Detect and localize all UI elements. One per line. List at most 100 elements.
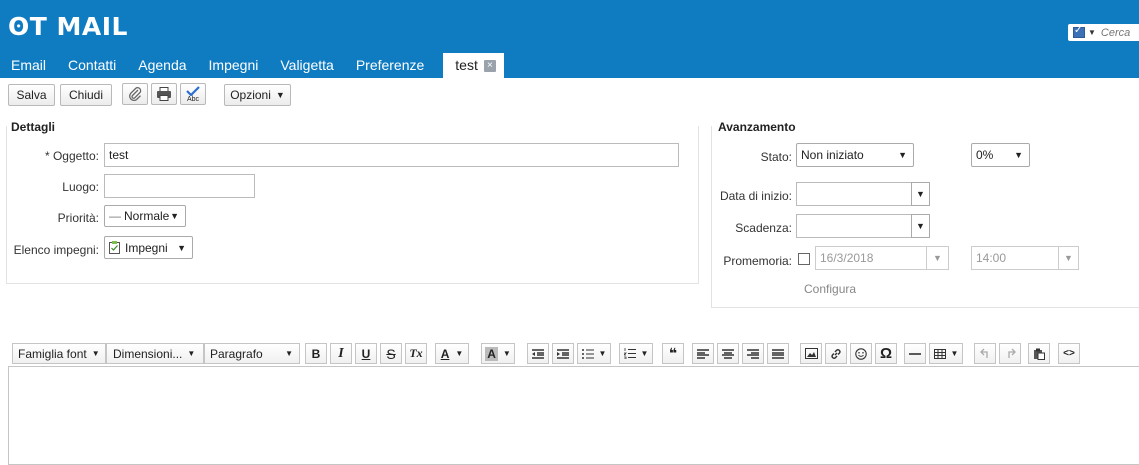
align-right-button[interactable] [742,343,764,364]
priority-dash-icon: — [109,209,121,223]
main-tabs: Email Contatti Agenda Impegni Valigetta … [0,53,504,78]
paragraph-select[interactable]: Paragrafo ▼ [204,343,300,364]
tab-impegni[interactable]: Impegni [198,53,270,78]
chevron-down-icon: ▼ [285,349,293,358]
chevron-down-icon: ▼ [170,211,179,221]
numbered-list-button[interactable]: ▼ [619,343,653,364]
attach-button[interactable] [122,83,148,105]
chevron-down-icon: ▼ [640,349,649,358]
outdent-button[interactable] [527,343,549,364]
tab-contatti[interactable]: Contatti [57,53,127,78]
undo-button[interactable] [974,343,996,364]
font-family-label: Famiglia font [18,346,87,361]
spellcheck-icon [186,85,200,96]
code-icon: <> [1063,348,1075,359]
paperclip-icon [129,87,142,102]
insert-link-button[interactable] [825,343,847,364]
outdent-icon [532,348,544,359]
tab-valigetta[interactable]: Valigetta [269,53,344,78]
due-date-field[interactable] [796,214,912,238]
tab-email[interactable]: Email [0,53,57,78]
font-family-select[interactable]: Famiglia font ▼ [12,343,106,364]
clear-format-button[interactable]: Tx [405,343,427,364]
reminder-time-field[interactable]: 14:00 [971,246,1059,270]
redo-button[interactable] [999,343,1021,364]
configure-link[interactable]: Configura [804,282,856,296]
insert-emoticon-button[interactable] [850,343,872,364]
italic-button[interactable]: I [330,343,352,364]
blockquote-button[interactable]: ❝ [662,343,684,364]
reminder-checkbox[interactable] [798,253,810,265]
chevron-down-icon: ▼ [275,90,285,100]
italic-icon: I [338,345,344,361]
bold-button[interactable]: B [305,343,327,364]
bullet-list-icon [581,348,594,359]
reminder-date-field[interactable]: 16/3/2018 [815,246,927,270]
options-dropdown[interactable]: Opzioni ▼ [224,84,291,106]
reminder-label: Promemoria: [723,254,792,268]
start-date-picker-button[interactable]: ▼ [911,182,930,206]
insert-table-button[interactable]: ▼ [929,343,963,364]
search-widget[interactable]: ▼ [1068,24,1139,41]
location-label: Luogo: [62,180,99,194]
align-left-button[interactable] [692,343,714,364]
save-button[interactable]: Salva [8,84,55,106]
task-list-select[interactable]: Impegni ▼ [104,236,193,259]
body-editor[interactable] [8,366,1139,465]
search-scope-checkbox-icon[interactable] [1073,25,1085,38]
start-date-field[interactable] [796,182,912,206]
percent-select[interactable]: 0% ▼ [971,143,1030,167]
due-date-picker-button[interactable]: ▼ [911,214,930,238]
insert-image-button[interactable] [800,343,822,364]
source-code-button[interactable]: <> [1058,343,1080,364]
close-tab-icon[interactable]: × [483,59,496,72]
chevron-down-icon: ▼ [1014,150,1023,160]
task-list-label: Elenco impegni: [13,243,99,257]
font-size-select[interactable]: Dimensioni... ▼ [106,343,204,364]
chevron-down-icon: ▼ [187,349,196,358]
location-field[interactable] [104,174,255,198]
close-button[interactable]: Chiudi [60,84,112,106]
link-icon [831,348,841,359]
search-input[interactable] [1100,26,1131,39]
special-char-button[interactable]: Ω [875,343,897,364]
image-icon [804,348,818,359]
table-icon [933,348,946,359]
search-scope-caret-icon[interactable]: ▼ [1088,28,1096,37]
align-center-button[interactable] [717,343,739,364]
horizontal-rule-button[interactable] [904,343,926,364]
align-right-icon [747,348,759,359]
progress-title: Avanzamento [718,120,796,134]
bullet-list-button[interactable]: ▼ [577,343,611,364]
subject-field[interactable]: test [104,143,679,167]
status-select[interactable]: Non iniziato ▼ [796,143,914,167]
background-color-icon: A [485,346,498,361]
reminder-date-picker-button[interactable]: ▼ [926,246,949,270]
background-color-button[interactable]: A ▼ [481,343,515,364]
text-color-button[interactable]: A ▼ [435,343,469,364]
indent-icon [557,348,569,359]
paragraph-label: Paragrafo [210,346,263,361]
numbered-list-icon [623,348,636,359]
tab-preferenze[interactable]: Preferenze [345,53,435,78]
spellcheck-button[interactable]: Abc [180,83,206,105]
printer-icon [157,87,171,101]
underline-button[interactable]: U [355,343,377,364]
align-justify-button[interactable] [767,343,789,364]
tab-agenda[interactable]: Agenda [127,53,197,78]
app-logo: ʘT MAIL [8,12,128,41]
chevron-down-icon: ▼ [598,349,607,358]
options-label: Opzioni [230,88,271,102]
paste-button[interactable] [1028,343,1050,364]
indent-button[interactable] [552,343,574,364]
reminder-time-picker-button[interactable]: ▼ [1058,246,1079,270]
chevron-down-icon: ▼ [91,349,100,358]
strikethrough-button[interactable]: S [380,343,402,364]
priority-select[interactable]: — Normale ▼ [104,205,186,227]
tab-test[interactable]: test × [443,53,504,78]
tab-test-label: test [455,57,478,73]
status-label: Stato: [760,150,792,164]
print-button[interactable] [151,83,177,105]
task-list-icon [109,241,120,254]
clear-format-icon: Tx [409,346,423,360]
